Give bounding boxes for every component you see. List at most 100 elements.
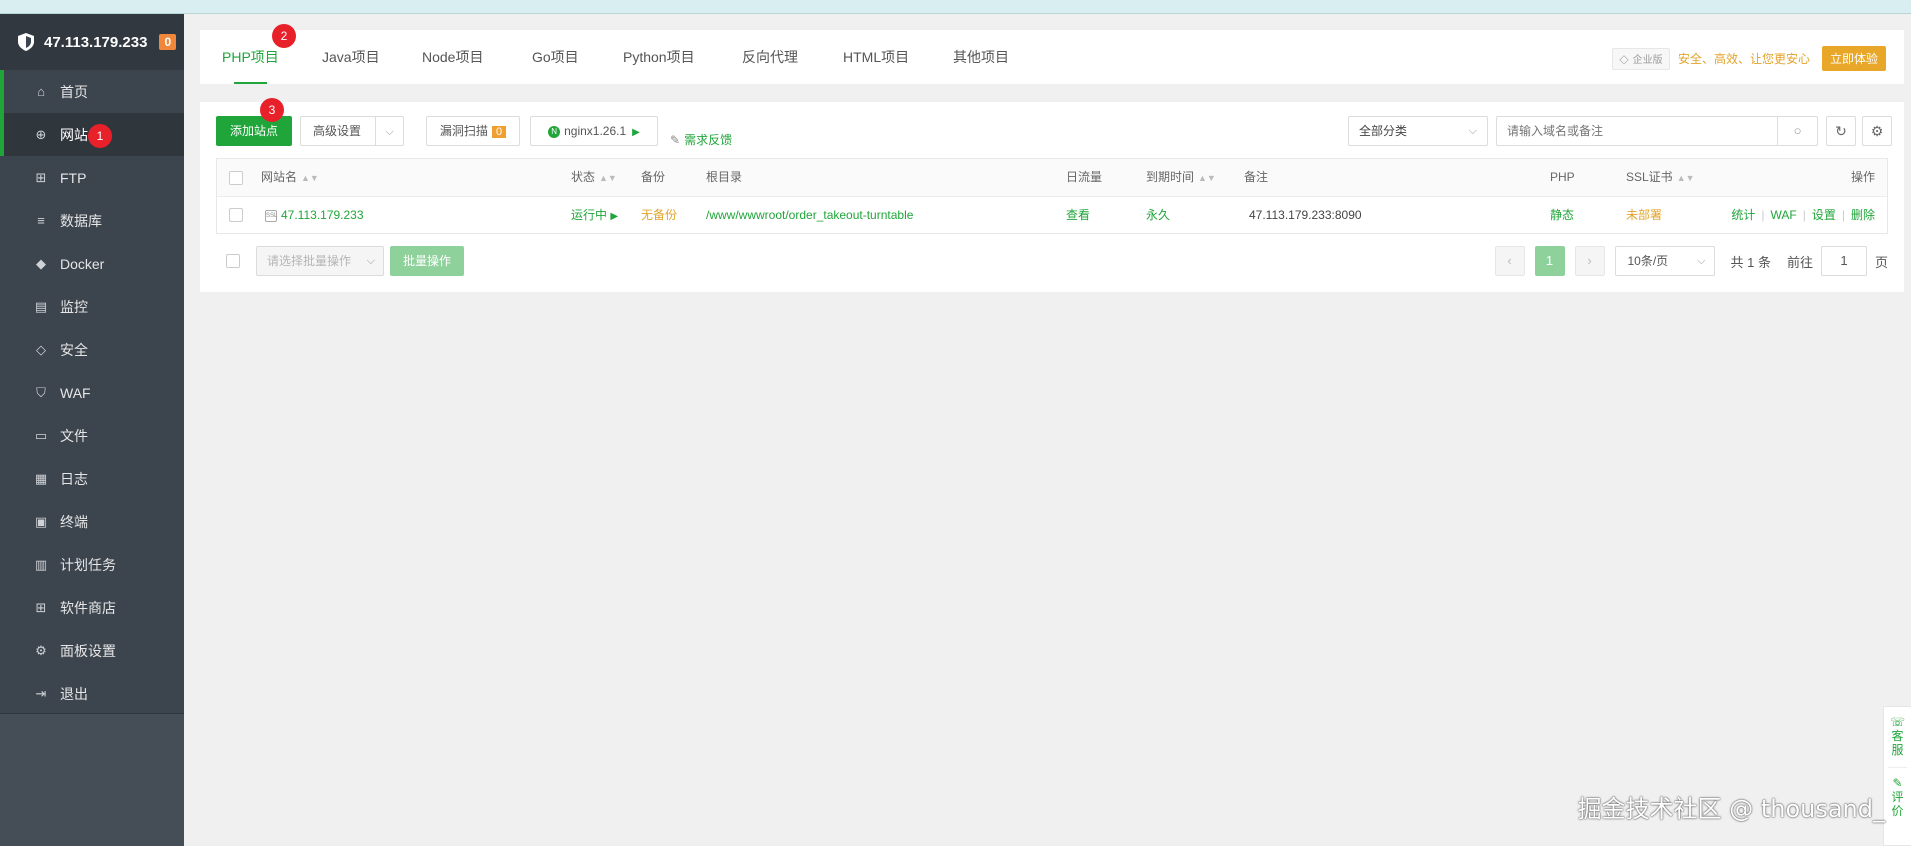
batch-action-button[interactable]: 批量操作 [390,246,464,276]
diamond-icon: ◇ [1619,51,1629,66]
try-now-button[interactable]: 立即体验 [1821,46,1886,71]
project-tabs-bar: PHP项目 Java项目 Node项目 Go项目 Python项目 反向代理 H… [200,30,1904,84]
site-status[interactable]: 运行中 ▶ [571,197,618,235]
sidebar-item-monitor[interactable]: ▤ 监控 [0,285,184,328]
feedback-link[interactable]: ✎ 需求反馈 [670,131,732,148]
tab-other[interactable]: 其他项目 [953,30,1009,84]
header-expire[interactable]: 到期时间 ▲▼ [1146,159,1216,197]
sidebar-item-label: 安全 [60,341,88,358]
sidebar-item-cron[interactable]: ▥ 计划任务 [0,543,184,586]
category-select[interactable]: 全部分类 ⌵ [1348,116,1488,146]
service-button[interactable]: ☏ 客服 [1890,715,1906,757]
tab-go[interactable]: Go项目 [532,30,579,84]
stats-link[interactable]: 统计 [1731,208,1755,222]
sidebar-item-settings[interactable]: ⚙ 面板设置 [0,629,184,672]
row-actions: 统计 | WAF | 设置 | 删除 [1731,208,1875,222]
table-footer: 请选择批量操作 ⌵ 批量操作 ‹ 1 › 10条/页 ⌵ 共 1 条 前往 1 页 [216,246,1888,276]
nginx-status-button[interactable]: Nnginx1.26.1 ▶ [530,116,658,146]
home-icon: ⌂ [37,83,45,99]
edit-icon: ✎ [1892,776,1903,790]
waf-icon: ⛉ [36,384,46,400]
page-number[interactable]: 1 [1534,246,1565,276]
root-dir-link[interactable]: /www/wwwroot/order_takeout-turntable [706,197,913,233]
sidebar-item-label: 首页 [60,83,88,100]
sidebar-item-security[interactable]: ◇ 安全 [0,328,184,371]
ssl-status-link[interactable]: 未部署 [1626,197,1662,233]
sidebar-item-label: 数据库 [60,212,102,229]
sidebar-item-docker[interactable]: ◆ Docker [0,242,184,285]
next-page-button[interactable]: › [1574,246,1605,276]
refresh-button[interactable]: ↻ [1826,116,1856,146]
header-ops: 操作 [1850,170,1875,184]
remark-text[interactable]: 47.113.179.233:8090 [1249,197,1362,233]
tab-reverse-proxy[interactable]: 反向代理 [742,30,798,84]
settings-link[interactable]: 设置 [1812,208,1836,222]
page-size-select[interactable]: 10条/页 ⌵ [1614,246,1715,276]
sidebar-item-store[interactable]: ⊞ 软件商店 [0,586,184,629]
header-traffic: 日流量 [1066,170,1103,184]
select-all-checkbox[interactable] [229,171,243,185]
advanced-settings-dropdown[interactable]: 高级设置 ⌵ [300,116,404,146]
backup-link[interactable]: 无备份 [641,197,677,233]
sidebar-item-label: FTP [60,169,87,186]
traffic-link[interactable]: 查看 [1066,197,1090,233]
ftp-icon: ⊞ [35,169,47,185]
tab-python[interactable]: Python项目 [623,30,695,84]
sidebar-item-terminal[interactable]: ▣ 终端 [0,500,184,543]
gear-icon: ⚙ [1870,123,1884,139]
calendar-icon: ▥ [34,556,48,572]
goto-label: 前往 [1786,254,1813,270]
header-status[interactable]: 状态 ▲▼ [571,159,617,197]
php-version-link[interactable]: 静态 [1550,197,1574,233]
search-field: ○ [1496,116,1818,146]
logo-shield-icon [18,33,34,51]
browser-bookmark-strip [0,0,1911,14]
sidebar-menu: ⌂ 首页 ⊕ 网站 ⊞ FTP ≡ 数据库 ◆ Docker ▤ 监控 ◇ 安全 ⛉ WAF ▭… [0,70,184,715]
delete-link[interactable]: 删除 [1851,208,1875,222]
sidebar-item-files[interactable]: ▭ 文件 [0,414,184,457]
sidebar-item-label: Docker [60,255,105,272]
sidebar-item-label: 终端 [60,513,88,530]
search-icon[interactable]: ○ [1777,117,1817,145]
row-checkbox[interactable] [229,208,243,222]
sidebar-item-ftp[interactable]: ⊞ FTP [0,156,184,199]
review-button[interactable]: ✎ 评价 [1890,776,1906,818]
settings-button[interactable]: ⚙ [1862,116,1892,146]
search-input[interactable] [1497,117,1777,145]
tab-php[interactable]: PHP项目 [222,30,279,84]
chevron-down-icon: ⌵ [385,126,394,138]
total-count: 共 1 条 [1730,254,1771,270]
batch-action-select[interactable]: 请选择批量操作 ⌵ [256,246,384,276]
tab-java[interactable]: Java项目 [322,30,380,84]
sidebar-item-home[interactable]: ⌂ 首页 [0,70,184,113]
header-ssl[interactable]: SSL证书 ▲▼ [1626,159,1695,197]
sidebar-item-waf[interactable]: ⛉ WAF [0,371,184,414]
site-name-link[interactable]: SSL 47.113.179.233 [265,197,364,233]
footer-select-all-checkbox[interactable] [226,254,240,268]
tab-node[interactable]: Node项目 [422,30,483,84]
step-marker-1: 1 [88,124,112,148]
add-site-button[interactable]: 添加站点 [216,116,292,146]
server-ip: 47.113.179.233 [44,33,148,51]
prev-page-button[interactable]: ‹ [1494,246,1525,276]
sidebar-item-logs[interactable]: ▦ 日志 [0,457,184,500]
sidebar-item-database[interactable]: ≡ 数据库 [0,199,184,242]
step-marker-3: 3 [260,98,284,122]
notification-badge[interactable]: 0 [159,34,177,50]
header-php: PHP [1550,170,1575,184]
sort-icon: ▲▼ [1198,173,1216,183]
sidebar-item-label: 计划任务 [60,556,116,573]
header-name[interactable]: 网站名 ▲▼ [261,159,319,197]
sidebar-header: 47.113.179.233 0 [0,14,184,70]
goto-page-input[interactable]: 1 [1820,246,1867,276]
sort-icon: ▲▼ [301,173,319,183]
logout-icon: ⇥ [35,685,47,701]
sidebar-item-label: 监控 [60,298,88,315]
tab-html[interactable]: HTML项目 [843,30,909,84]
sidebar-item-label: WAF [60,384,91,401]
enterprise-badge: ◇ 企业版 [1611,47,1670,70]
sidebar-item-logout[interactable]: ⇥ 退出 [0,672,184,715]
vuln-scan-button[interactable]: 漏洞扫描 0 [426,116,520,146]
waf-link[interactable]: WAF [1771,208,1797,222]
expire-link[interactable]: 永久 [1146,197,1170,233]
